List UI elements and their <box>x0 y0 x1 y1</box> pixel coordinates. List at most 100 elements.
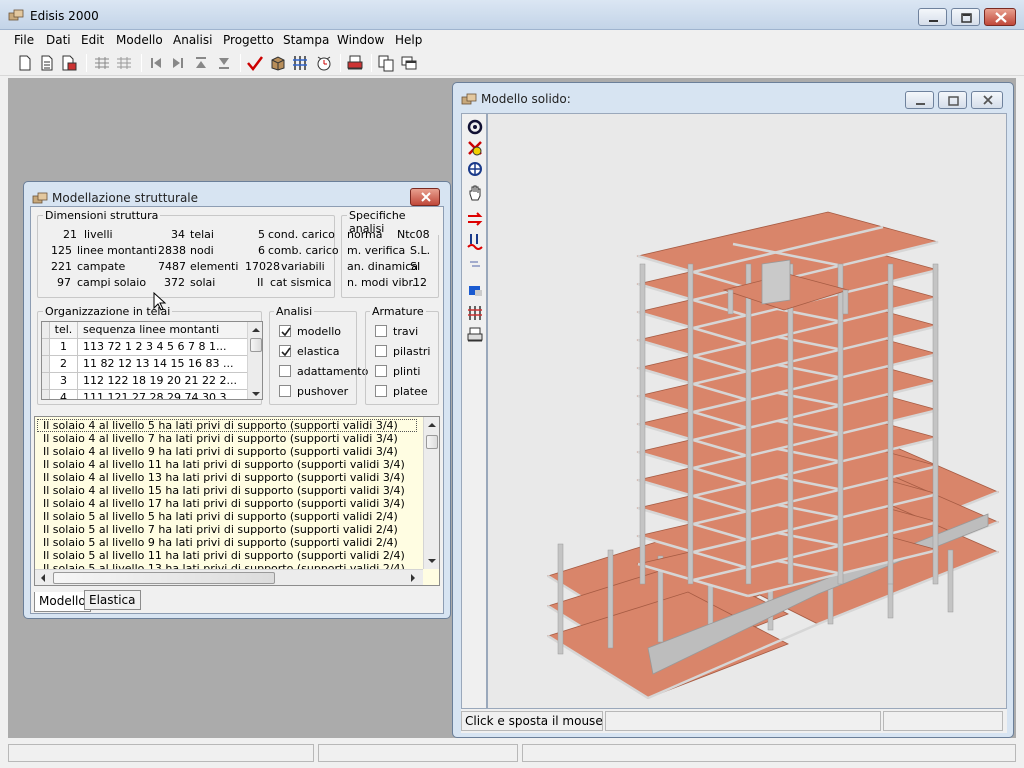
solid-model-viewport[interactable] <box>487 113 1007 709</box>
pushover-checkbox[interactable] <box>279 385 291 397</box>
target-icon[interactable] <box>466 160 484 178</box>
list-item[interactable]: Il solaio 4 al livello 7 ha lati privi d… <box>43 432 398 445</box>
scroll-right-icon[interactable] <box>407 570 419 586</box>
scroll-down-icon[interactable] <box>424 555 440 567</box>
list-item[interactable]: Il solaio 4 al livello 9 ha lati privi d… <box>43 445 398 458</box>
frames-icon[interactable] <box>291 54 309 72</box>
frames-icon[interactable] <box>466 304 484 322</box>
elastica-checkbox[interactable] <box>279 345 291 357</box>
table-row[interactable]: 4 111 121 27 28 29 74 30 3... <box>42 390 247 399</box>
header-sequenza[interactable]: sequenza linee montanti <box>78 322 247 339</box>
messages-list[interactable]: Il solaio 4 al livello 5 ha lati privi d… <box>34 416 440 586</box>
menu-window[interactable]: Window <box>337 33 384 47</box>
check-icon[interactable] <box>246 54 264 72</box>
messages-hscrollbar[interactable] <box>35 569 423 585</box>
platee-checkbox[interactable] <box>375 385 387 397</box>
layers-icon[interactable] <box>466 282 484 300</box>
row-header[interactable] <box>42 390 50 399</box>
list-item[interactable]: Il solaio 4 al livello 17 ha lati privi … <box>43 497 405 510</box>
save-document-icon[interactable] <box>60 54 78 72</box>
pushover-label[interactable]: pushover <box>297 385 348 398</box>
maximize-button[interactable] <box>951 8 980 26</box>
copy-icon[interactable] <box>377 54 395 72</box>
menu-help[interactable]: Help <box>395 33 422 47</box>
menu-dati[interactable]: Dati <box>46 33 71 47</box>
travi-label[interactable]: travi <box>393 325 418 338</box>
hand-icon[interactable] <box>466 184 484 202</box>
pilastri-checkbox[interactable] <box>375 345 387 357</box>
list-item[interactable]: Il solaio 5 al livello 9 ha lati privi d… <box>43 536 398 549</box>
cell-sequenza[interactable]: 11 82 12 13 14 15 16 83 ... <box>78 356 247 373</box>
table-row[interactable]: 1 113 72 1 2 3 4 5 6 7 8 1... <box>42 339 247 356</box>
table-row[interactable]: 3 112 122 18 19 20 21 22 2... <box>42 373 247 390</box>
arrows-right-icon[interactable] <box>466 210 484 228</box>
app-title-bar[interactable]: Edisis 2000 <box>0 0 1024 30</box>
scroll-down-icon[interactable] <box>248 388 263 400</box>
list-item[interactable]: Il solaio 4 al livello 13 ha lati privi … <box>43 471 405 484</box>
scroll-thumb[interactable] <box>426 435 438 449</box>
list-item[interactable]: Il solaio 4 al livello 11 ha lati privi … <box>43 458 405 471</box>
adattamento-label[interactable]: adattamento <box>297 365 368 378</box>
print-icon[interactable] <box>466 326 484 344</box>
travi-checkbox[interactable] <box>375 325 387 337</box>
tab-modello[interactable]: Modello <box>34 592 91 612</box>
move-up-icon[interactable] <box>192 54 210 72</box>
cell-tel[interactable]: 3 <box>50 373 78 390</box>
list-item[interactable]: Il solaio 5 al livello 11 ha lati privi … <box>43 549 405 562</box>
cell-tel[interactable]: 2 <box>50 356 78 373</box>
solido-minimize-button[interactable] <box>905 91 934 109</box>
platee-label[interactable]: platee <box>393 385 428 398</box>
color-icon[interactable] <box>466 139 484 157</box>
solido-maximize-button[interactable] <box>938 91 967 109</box>
row-header[interactable] <box>42 356 50 373</box>
menu-stampa[interactable]: Stampa <box>283 33 329 47</box>
open-document-icon[interactable] <box>38 54 56 72</box>
orbit-icon[interactable] <box>466 118 484 136</box>
print-icon[interactable] <box>346 54 364 72</box>
close-button[interactable] <box>984 8 1016 26</box>
plinti-checkbox[interactable] <box>375 365 387 377</box>
list-item[interactable]: Il solaio 5 al livello 7 ha lati privi d… <box>43 523 398 536</box>
scroll-up-icon[interactable] <box>248 324 263 336</box>
scroll-thumb[interactable] <box>250 338 262 352</box>
telai-grid[interactable]: tel. sequenza linee montanti 1 113 72 1 … <box>41 321 263 400</box>
grid-scrollbar[interactable] <box>247 322 263 400</box>
new-document-icon[interactable] <box>16 54 34 72</box>
last-icon[interactable] <box>169 54 187 72</box>
cell-sequenza[interactable]: 113 72 1 2 3 4 5 6 7 8 1... <box>78 339 247 356</box>
table-row[interactable]: 2 11 82 12 13 14 15 16 83 ... <box>42 356 247 373</box>
row-header[interactable] <box>42 339 50 356</box>
menu-analisi[interactable]: Analisi <box>173 33 212 47</box>
modello-label[interactable]: modello <box>297 325 341 338</box>
cell-sequenza[interactable]: 111 121 27 28 29 74 30 3... <box>78 390 247 399</box>
list-item[interactable]: Il solaio 5 al livello 5 ha lati privi d… <box>43 510 398 523</box>
model-3d-icon[interactable] <box>269 54 287 72</box>
cell-tel[interactable]: 1 <box>50 339 78 356</box>
elastica-label[interactable]: elastica <box>297 345 339 358</box>
menu-file[interactable]: File <box>14 33 34 47</box>
menu-modello[interactable]: Modello <box>116 33 163 47</box>
menu-progetto[interactable]: Progetto <box>223 33 274 47</box>
move-down-icon[interactable] <box>215 54 233 72</box>
pilastri-label[interactable]: pilastri <box>393 345 430 358</box>
scroll-thumb[interactable] <box>53 572 275 584</box>
modello-checkbox[interactable] <box>279 325 291 337</box>
menu-edit[interactable]: Edit <box>81 33 104 47</box>
header-tel[interactable]: tel. <box>50 322 78 339</box>
modellazione-close-button[interactable] <box>410 188 440 206</box>
scroll-left-icon[interactable] <box>37 570 49 586</box>
cell-tel[interactable]: 4 <box>50 390 78 399</box>
scroll-up-icon[interactable] <box>424 419 440 431</box>
minimize-button[interactable] <box>918 8 947 26</box>
messages-vscrollbar[interactable] <box>423 417 439 569</box>
arrows-down-icon[interactable] <box>466 232 484 250</box>
list-item[interactable]: Il solaio 4 al livello 15 ha lati privi … <box>43 484 405 497</box>
plinti-label[interactable]: plinti <box>393 365 420 378</box>
small-arrows-icon[interactable] <box>466 254 484 272</box>
adattamento-checkbox[interactable] <box>279 365 291 377</box>
first-icon[interactable] <box>147 54 165 72</box>
delete-level-icon[interactable] <box>115 54 133 72</box>
solido-close-button[interactable] <box>971 91 1003 109</box>
row-header[interactable] <box>42 373 50 390</box>
tab-elastica[interactable]: Elastica <box>84 590 141 610</box>
